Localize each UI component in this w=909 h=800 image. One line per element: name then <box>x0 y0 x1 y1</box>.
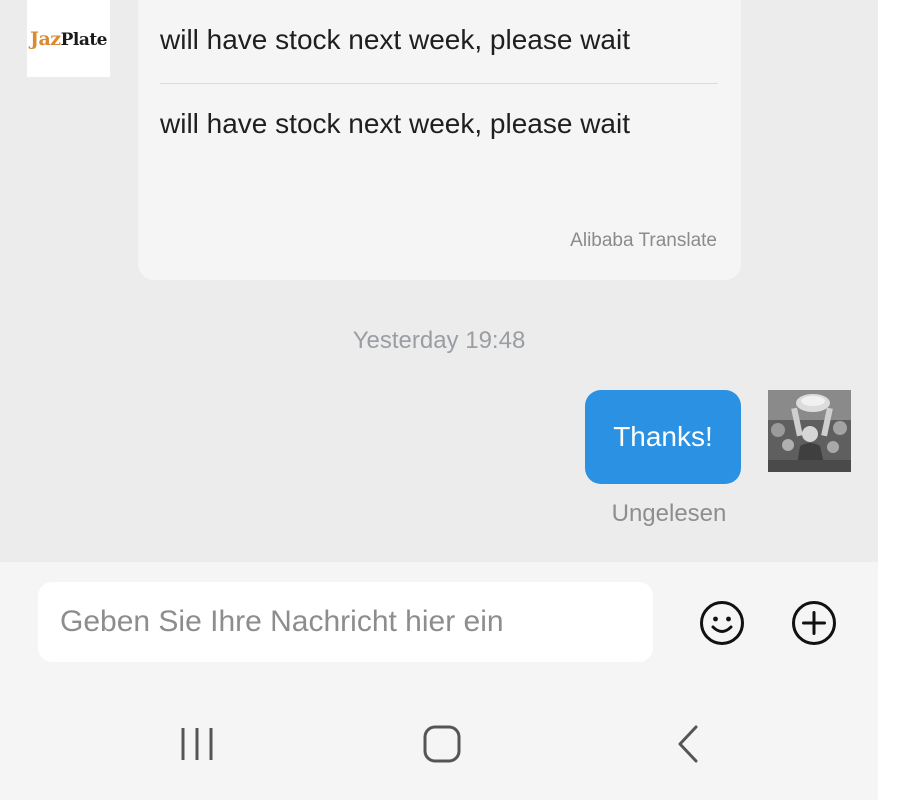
message-read-status: Ungelesen <box>611 500 727 527</box>
home-icon[interactable] <box>422 724 462 764</box>
right-edge-margin <box>878 0 909 800</box>
user-avatar[interactable] <box>768 390 851 472</box>
translation-credit: Alibaba Translate <box>570 230 717 251</box>
incoming-message-bubble[interactable]: will have stock next week, please wait w… <box>138 0 741 280</box>
plus-circle-icon[interactable] <box>791 600 837 646</box>
smiley-face-icon[interactable] <box>699 600 745 646</box>
recent-apps-icon[interactable] <box>178 724 218 764</box>
chat-screen: JazPlate will have stock next week, plea… <box>0 0 878 800</box>
seller-logo-part2: Plate <box>60 29 108 50</box>
seller-logo-part1: Jaz <box>29 27 61 50</box>
message-timestamp: Yesterday 19:48 <box>352 327 526 354</box>
system-navigation-bar <box>0 684 878 800</box>
outgoing-message-bubble[interactable]: Thanks! <box>585 390 741 484</box>
translated-message-text: will have stock next week, please wait <box>160 108 630 139</box>
translation-divider <box>160 83 718 84</box>
seller-logo: JazPlate <box>29 27 108 50</box>
outgoing-message-text: Thanks! <box>613 421 713 452</box>
seller-avatar[interactable]: JazPlate <box>27 0 110 77</box>
back-chevron-icon[interactable] <box>672 724 706 764</box>
original-message-text: will have stock next week, please wait <box>160 24 630 55</box>
user-avatar-photo <box>768 390 851 472</box>
message-composer <box>0 562 878 684</box>
message-input[interactable] <box>38 582 653 662</box>
